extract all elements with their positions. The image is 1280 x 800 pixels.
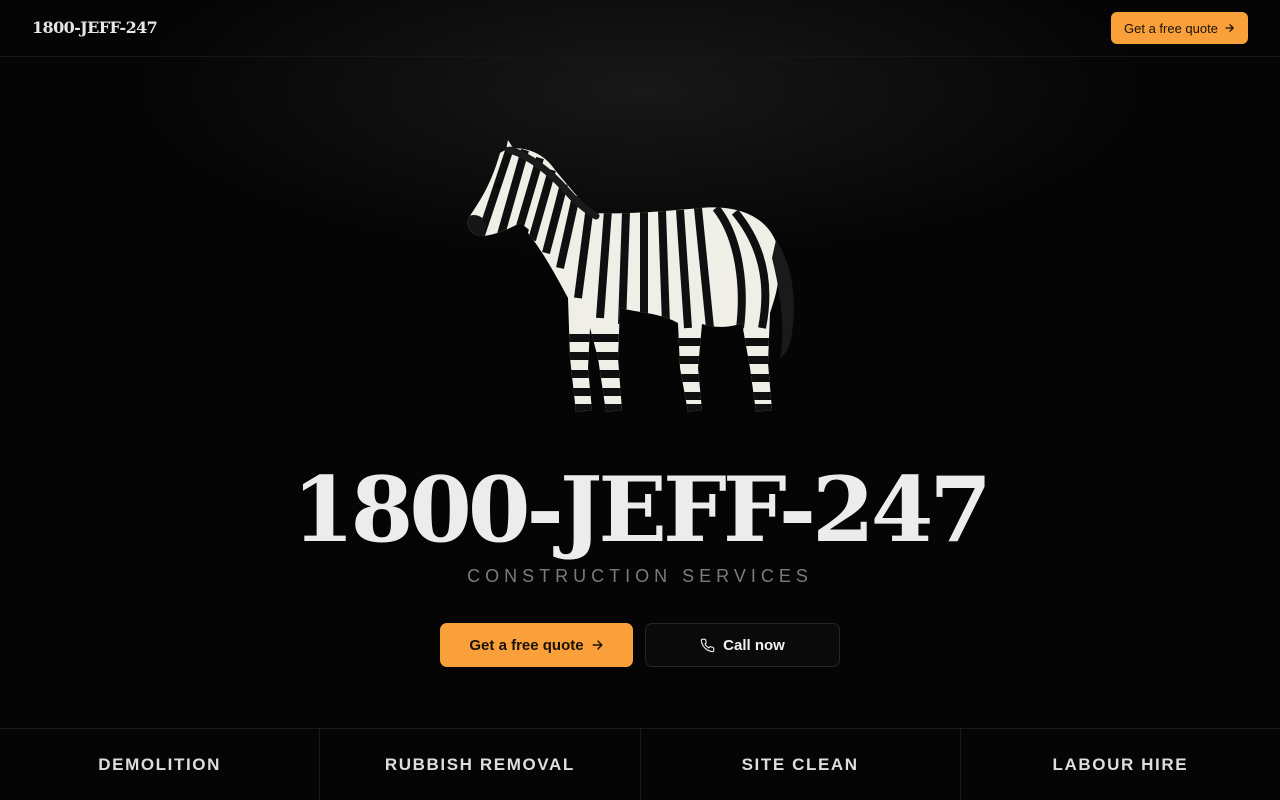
services-strip: DEMOLITION RUBBISH REMOVAL SITE CLEAN LA…	[0, 728, 1280, 800]
arrow-right-icon	[592, 639, 604, 651]
hero-get-quote-label: Get a free quote	[469, 636, 584, 654]
hero-get-quote-button[interactable]: Get a free quote	[440, 623, 633, 667]
call-now-label: Call now	[723, 636, 785, 654]
top-navigation-bar: 1800-JEFF-247 Get a free quote	[0, 0, 1280, 57]
hero-title: 1800-JEFF-247	[292, 457, 992, 563]
zebra-icon	[440, 128, 840, 428]
brand-logo-text[interactable]: 1800-JEFF-247	[32, 18, 158, 37]
service-demolition[interactable]: DEMOLITION	[0, 729, 321, 800]
service-rubbish-removal[interactable]: RUBBISH REMOVAL	[320, 729, 641, 800]
header-get-quote-button[interactable]: Get a free quote	[1111, 12, 1248, 44]
arrow-right-icon	[1225, 23, 1235, 33]
call-now-button[interactable]: Call now	[645, 623, 840, 667]
phone-icon	[700, 638, 715, 653]
hero-subtitle: CONSTRUCTION SERVICES	[467, 566, 813, 586]
header-get-quote-label: Get a free quote	[1124, 20, 1218, 36]
service-site-clean[interactable]: SITE CLEAN	[641, 729, 961, 800]
service-labour-hire[interactable]: LABOUR HIRE	[961, 729, 1280, 800]
